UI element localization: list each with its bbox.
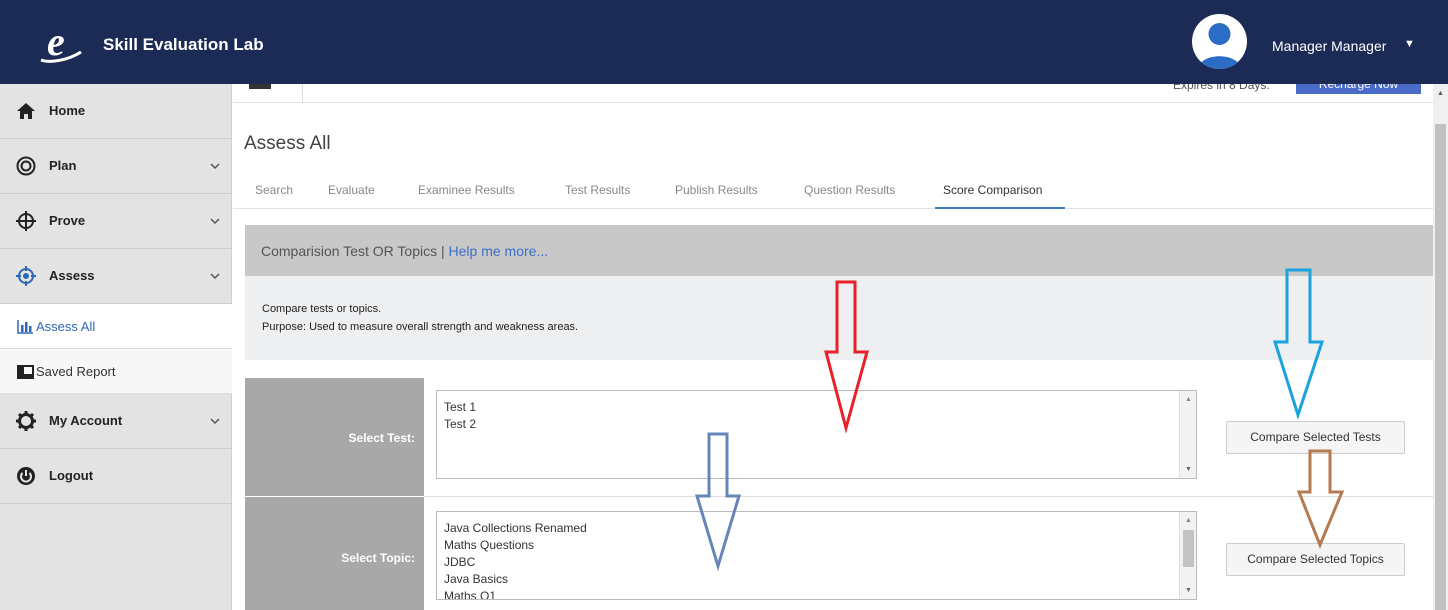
slate-arrow-icon — [694, 432, 742, 572]
brown-arrow-icon — [1296, 449, 1345, 549]
blue-arrow-icon — [1272, 268, 1325, 420]
annotation-overlay — [694, 268, 1345, 572]
red-arrow-icon — [824, 280, 869, 434]
